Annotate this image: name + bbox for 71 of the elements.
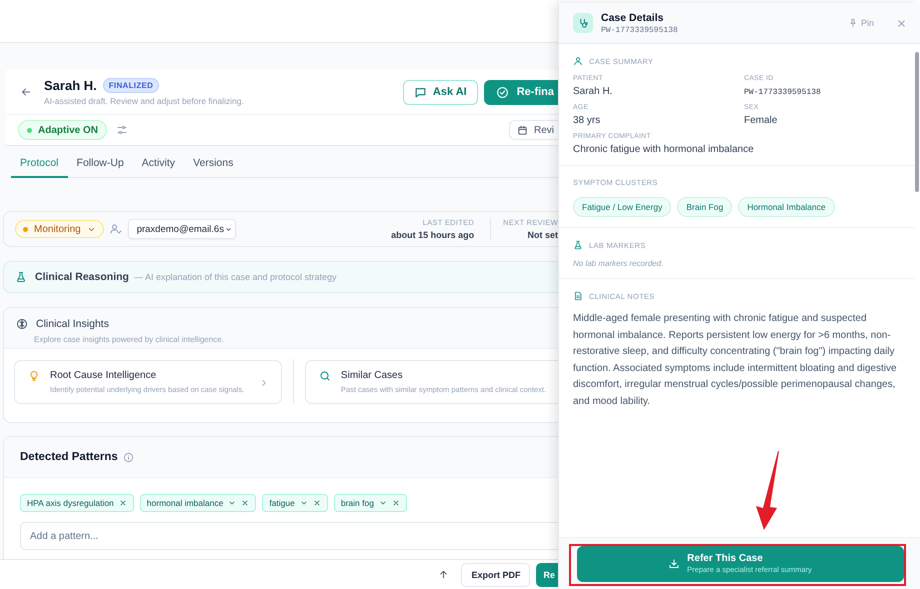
symptom-tag: Brain Fog	[677, 197, 732, 217]
field-value: Chronic fatigue with hormonal imbalance	[573, 144, 755, 155]
user-icon	[573, 56, 583, 66]
chat-icon	[414, 86, 427, 98]
brain-icon	[16, 318, 28, 330]
pattern-input[interactable]: Add a pattern...	[20, 522, 558, 550]
document-icon	[573, 291, 583, 301]
symptom-tag: Hormonal Imbalance	[738, 197, 835, 217]
field-value: PW-1773339595138	[744, 88, 822, 97]
meta-value: Not set	[527, 230, 558, 240]
info-icon	[122, 452, 134, 462]
close-icon	[241, 499, 250, 507]
back-arrow-icon	[20, 86, 32, 98]
status-dropdown[interactable]: Monitoring	[15, 220, 104, 238]
field-value: Sarah H.	[573, 86, 614, 97]
close-button[interactable]	[896, 18, 907, 28]
section-title: Clinical Insights	[36, 318, 109, 330]
primary-button[interactable]: Re	[536, 562, 558, 586]
field-value: 38 yrs	[573, 115, 602, 126]
check-circle-icon	[496, 86, 509, 98]
pattern-tag[interactable]: hormonal imbalance	[140, 494, 256, 512]
insight-title: Similar Cases	[340, 370, 404, 380]
tab[interactable]: Follow-Up	[68, 149, 133, 178]
review-button[interactable]: Revi	[508, 120, 558, 140]
ask-ai-button[interactable]: Ask AI	[402, 80, 478, 104]
insight-title: Root Cause Intelligence	[50, 370, 158, 380]
header-subtitle: AI-assisted draft. Review and adjust before finalizing.	[44, 96, 245, 106]
scrollbar[interactable]	[915, 52, 919, 192]
patient-name: Sarah H.	[44, 78, 97, 93]
stethoscope-icon	[578, 18, 588, 28]
sliders-icon	[116, 124, 128, 136]
close-icon	[392, 499, 400, 507]
empty-message: No lab markers recorded.	[573, 259, 664, 268]
case-id: PW-1773339595138	[601, 26, 678, 34]
field-value: Female	[744, 115, 778, 126]
flask-icon	[573, 240, 583, 250]
panel-title: Case Details	[601, 12, 664, 24]
lightbulb-icon	[28, 370, 40, 382]
chevron-down-icon	[224, 226, 232, 232]
calendar-icon	[516, 124, 528, 136]
tab[interactable]: Activity	[132, 149, 184, 178]
refinalize-button[interactable]: Re-fina	[484, 80, 558, 104]
tab[interactable]: Versions	[184, 149, 242, 178]
pattern-tag[interactable]: fatigue	[262, 494, 328, 512]
meta-value: about 15 hours ago	[391, 230, 474, 240]
assignee-select[interactable]: praxdemo@email.6s	[128, 219, 236, 239]
chevron-down-icon	[300, 499, 308, 507]
section-title: Detected Patterns	[20, 451, 118, 463]
download-icon	[668, 558, 680, 570]
section-description: — AI explanation of this case and protocol strategy	[134, 272, 337, 282]
flask-icon	[15, 271, 27, 283]
close-icon	[896, 18, 907, 28]
chevron-down-icon	[228, 499, 236, 507]
close-icon	[118, 499, 127, 507]
assign-user-icon	[110, 223, 122, 235]
arrow-up-icon	[438, 569, 450, 580]
clinical-notes-text: Middle-aged female presenting with chronic fatigue and suspected hormonal imbalance. Reports persistent low energy for >6 months, non-restorative sleep, and difficulty concentrating ("brain fog") impacting daily function. Associated symptoms include intermittent bloating and digestive discomfort, irregular menstrual cycles/possible perimenopausal changes, and mood lability.	[573, 312, 898, 408]
pin-icon	[848, 18, 858, 28]
section-subtitle: Explore case insights powered by clinical intelligence.	[34, 335, 225, 344]
status-badge: FINALIZED	[102, 78, 160, 93]
symptom-tag: Fatigue / Low Energy	[573, 197, 672, 217]
pattern-tag[interactable]: brain fog	[334, 494, 407, 512]
adaptive-toggle[interactable]: Adaptive ON	[18, 120, 108, 140]
section-title: Clinical Reasoning	[35, 271, 129, 283]
export-pdf-button[interactable]: Export PDF	[461, 562, 530, 586]
chevron-down-icon	[378, 499, 387, 507]
close-icon	[312, 499, 321, 507]
tab[interactable]: Protocol	[11, 149, 68, 178]
search-icon	[318, 370, 331, 382]
clinical-reasoning-bar[interactable]: Clinical Reasoning — AI explanation of this case and protocol strategy	[3, 261, 558, 293]
pattern-tag[interactable]: HPA axis dysregulation	[20, 494, 134, 512]
